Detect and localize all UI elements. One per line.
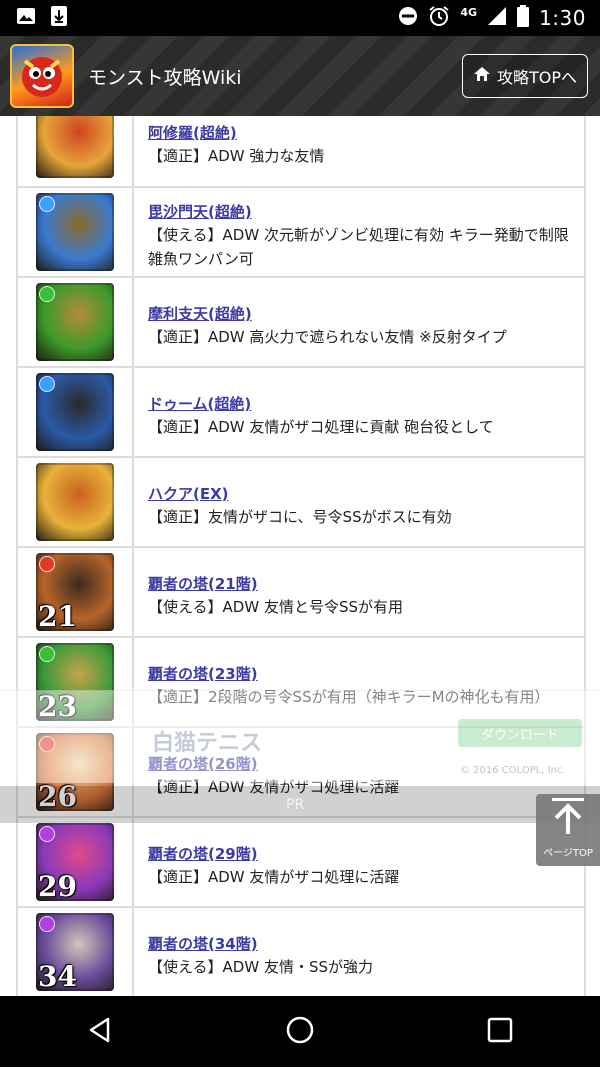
table-row: 29 覇者の塔(29階) 【適正】ADW 友情がザコ処理に活躍 [18,818,584,908]
top-page-button[interactable]: 攻略TOPへ [461,54,588,98]
image-icon [16,6,36,30]
monster-icon-cell [18,116,134,186]
app-title: モンスト攻略Wiki [88,66,242,89]
home-button[interactable] [270,1002,330,1062]
top-page-button-label: 攻略TOPへ [496,68,577,87]
monster-link[interactable]: 覇者の塔(34階) [148,933,572,955]
monster-link[interactable]: 摩利支天(超絶) [148,303,572,325]
app-header: モンスト攻略Wiki 攻略TOPへ [0,36,600,116]
content-area: 阿修羅(超絶) 【適正】ADW 強力な友情毘沙門天(超絶) 【使える】ADW 次元斬… [0,116,600,996]
ad-pr-label: PR [286,797,305,813]
floor-number: 21 [38,600,77,631]
monster-image[interactable] [36,193,114,271]
table-row: ドゥーム(超絶) 【適正】ADW 友情がザコ処理に貢献 砲台役として [18,368,584,458]
table-row: ハクア(EX) 【適正】友情がザコに、号令SSがボスに有効 [18,458,584,548]
monster-link[interactable]: 毘沙門天(超絶) [148,201,572,223]
element-orb-icon [39,556,55,572]
monster-link[interactable]: 覇者の塔(23階) [148,663,572,685]
monster-text-cell: 覇者の塔(21階) 【使える】ADW 友情と号令SSが有用 [134,548,584,636]
monster-description: 【使える】ADW 次元斬がゾンビ処理に有効 キラー発動で制限雑魚ワンパン可 [148,226,569,268]
home-circle-icon [285,1015,315,1049]
monster-description: 【適正】ADW 高火力で遮られない友情 ※反射タイプ [148,328,507,346]
monster-text-cell: 毘沙門天(超絶) 【使える】ADW 次元斬がゾンビ処理に有効 キラー発動で制限雑魚… [134,188,584,276]
do-not-disturb-icon [398,6,418,30]
monster-text-cell: ハクア(EX) 【適正】友情がザコに、号令SSがボスに有効 [134,458,584,546]
monster-icon-cell: 21 [18,548,134,636]
table-row: 毘沙門天(超絶) 【使える】ADW 次元斬がゾンビ処理に有効 キラー発動で制限雑魚… [18,188,584,278]
ad-title: 白猫テニス [152,731,263,756]
monster-link[interactable]: ハクア(EX) [148,483,572,505]
table-row: 摩利支天(超絶) 【適正】ADW 高火力で遮られない友情 ※反射タイプ [18,278,584,368]
monster-icon-cell [18,368,134,456]
ad-banner[interactable]: 白猫テニス ダウンロード © 2016 COLOPL, Inc. [0,690,600,783]
element-orb-icon [39,646,55,662]
battery-icon [517,5,530,31]
element-orb-icon [39,916,55,932]
floor-number: 34 [38,960,77,991]
page-top-button[interactable]: ページTOP [536,794,600,866]
back-icon [86,1016,114,1048]
monster-link[interactable]: ドゥーム(超絶) [148,393,572,415]
status-bar: 4G 1:30 [0,0,600,36]
element-orb-icon [39,826,55,842]
table-row: 阿修羅(超絶) 【適正】ADW 強力な友情 [18,116,584,188]
home-icon [473,65,491,87]
monster-table: 阿修羅(超絶) 【適正】ADW 強力な友情毘沙門天(超絶) 【使える】ADW 次元斬… [16,116,586,996]
ad-strip: PR [0,786,600,823]
monster-text-cell: 阿修羅(超絶) 【適正】ADW 強力な友情 [134,116,584,186]
table-row: 21 覇者の塔(21階) 【使える】ADW 友情と号令SSが有用 [18,548,584,638]
table-row: 34 覇者の塔(34階) 【使える】ADW 友情・SSが強力 [18,908,584,996]
signal-icon [487,6,507,30]
monster-description: 【適正】ADW 友情がザコ処理に貢献 砲台役として [148,418,494,436]
monster-image[interactable] [36,116,114,178]
monster-link[interactable]: 覇者の塔(21階) [148,573,572,595]
navigation-bar [0,996,600,1067]
back-button[interactable] [70,1002,130,1062]
monster-image[interactable] [36,283,114,361]
monster-description: 【適正】ADW 強力な友情 [148,147,325,165]
monster-image[interactable]: 34 [36,913,114,991]
element-orb-icon [39,286,55,302]
download-icon [50,5,68,31]
monster-link[interactable]: 覇者の塔(29階) [148,843,572,865]
alarm-icon [428,5,450,31]
recents-button[interactable] [470,1002,530,1062]
monster-text-cell: 覇者の塔(34階) 【使える】ADW 友情・SSが強力 [134,908,584,996]
monster-image[interactable] [36,373,114,451]
element-orb-icon [39,196,55,212]
monster-icon-cell [18,458,134,546]
page-top-label: ページTOP [543,848,593,859]
monster-icon-cell [18,278,134,366]
monster-description: 【適正】ADW 友情がザコ処理に活躍 [148,868,400,886]
monster-description: 【使える】ADW 友情・SSが強力 [148,958,374,976]
monster-description: 【適正】友情がザコに、号令SSがボスに有効 [148,508,452,526]
floor-number: 29 [38,870,77,901]
monster-image[interactable]: 29 [36,823,114,901]
arrow-up-icon [548,794,588,842]
monster-logo-icon[interactable] [10,44,74,108]
monster-icon-cell: 34 [18,908,134,996]
monster-icon-cell: 29 [18,818,134,906]
monster-icon-cell [18,188,134,276]
ad-copyright: © 2016 COLOPL, Inc. [460,765,566,776]
monster-link[interactable]: 阿修羅(超絶) [148,122,572,144]
network-type: 4G [460,5,478,19]
monster-text-cell: 摩利支天(超絶) 【適正】ADW 高火力で遮られない友情 ※反射タイプ [134,278,584,366]
monster-text-cell: 覇者の塔(29階) 【適正】ADW 友情がザコ処理に活躍 [134,818,584,906]
recents-icon [487,1017,513,1047]
monster-description: 【使える】ADW 友情と号令SSが有用 [148,598,404,616]
status-time: 1:30 [539,6,586,30]
monster-text-cell: ドゥーム(超絶) 【適正】ADW 友情がザコ処理に貢献 砲台役として [134,368,584,456]
monster-image[interactable] [36,463,114,541]
ad-download-button[interactable]: ダウンロード [458,719,582,747]
element-orb-icon [39,376,55,392]
monster-image[interactable]: 21 [36,553,114,631]
